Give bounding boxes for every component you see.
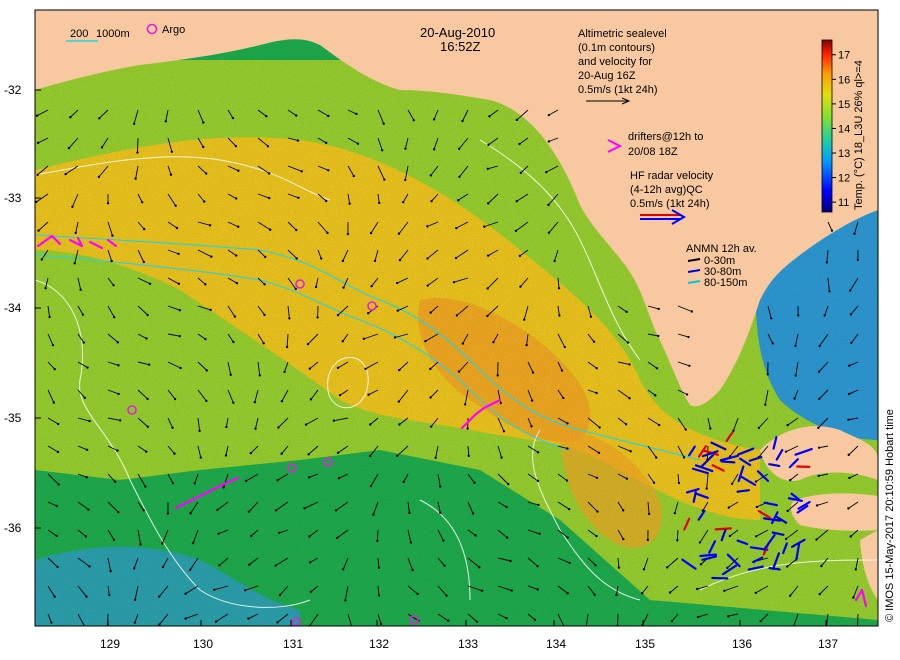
y-tick-label: -32 xyxy=(4,83,22,97)
map-date: 20-Aug-2010 xyxy=(420,25,495,40)
colorbar-tick-label: 15 xyxy=(838,99,850,111)
y-tick-label: -33 xyxy=(4,191,22,205)
colorbar-tick-label: 12 xyxy=(838,173,850,185)
altimetry-line: and velocity for xyxy=(578,56,652,68)
y-tick-label: -34 xyxy=(4,301,22,315)
ocean-temperature-map: 200 1000m Argo 20-Aug-2010 16:52Z Altime… xyxy=(4,9,896,651)
colorbar-gradient xyxy=(821,39,833,213)
kangaroo-island-land xyxy=(790,493,878,531)
hf-radar-line: (4-12h avg)QC xyxy=(630,184,703,196)
map-plot-area xyxy=(35,10,878,626)
hf-radar-line: HF radar velocity xyxy=(630,170,714,182)
anmn-legend-title: ANMN 12h av. xyxy=(686,243,757,255)
y-tick-label: -35 xyxy=(4,411,22,425)
colorbar-tick-label: 14 xyxy=(838,123,850,135)
y-tick-label: -36 xyxy=(4,521,22,535)
drifters-line: drifters@12h to xyxy=(628,131,703,143)
colorbar-tick-label: 11 xyxy=(838,197,849,209)
altimetry-line: Altimetric sealevel xyxy=(578,28,667,40)
hf-radar-line: 0.5m/s (1kt 24h) xyxy=(630,198,709,210)
colorbar-tick-label: 16 xyxy=(838,74,850,86)
altimetry-line: 0.5m/s (1kt 24h) xyxy=(578,84,657,96)
bathymetry-legend-depth-b: 1000m xyxy=(96,28,130,40)
x-tick-label: 130 xyxy=(193,637,213,651)
colorbar-label: Temp. (°C) 18_L3U 26% ql>=4 xyxy=(853,60,865,210)
imos-credit: © IMOS 15-May-2017 20:10:59 Hobart time xyxy=(884,409,896,622)
drifters-line: 20/08 18Z xyxy=(628,146,678,158)
colorbar-tick-label: 17 xyxy=(838,50,850,62)
altimetry-line: 20-Aug 16Z xyxy=(578,70,636,82)
x-tick-label: 131 xyxy=(283,637,303,651)
x-tick-label: 136 xyxy=(732,637,752,651)
x-tick-label: 132 xyxy=(369,637,389,651)
altimetry-line: (0.1m contours) xyxy=(578,42,655,54)
x-tick-label: 134 xyxy=(546,637,566,651)
x-tick-label: 129 xyxy=(100,637,120,651)
x-tick-label: 135 xyxy=(635,637,655,651)
map-time: 16:52Z xyxy=(440,39,481,54)
argo-legend-label: Argo xyxy=(162,24,185,36)
anmn-legend-item: 80-150m xyxy=(704,277,747,289)
x-tick-label: 133 xyxy=(458,637,478,651)
x-tick-label: 137 xyxy=(818,637,838,651)
bathymetry-legend-depth-a: 200 xyxy=(70,28,88,40)
colorbar-tick-label: 13 xyxy=(838,148,850,160)
